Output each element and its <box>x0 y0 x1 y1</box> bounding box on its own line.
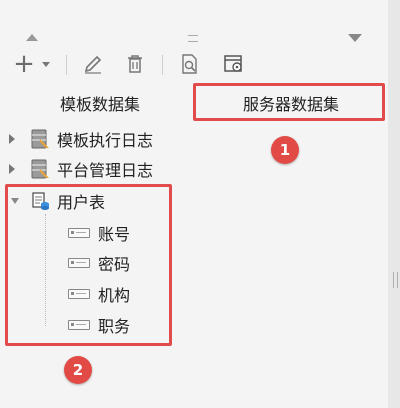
toolbar-divider <box>162 55 163 75</box>
tree-node-platform-log[interactable]: 平台管理日志 <box>9 156 153 182</box>
delete-button[interactable] <box>122 52 148 76</box>
plus-icon: + <box>13 49 35 79</box>
collapse-up-icon[interactable] <box>26 34 38 41</box>
preview-button[interactable] <box>176 52 202 76</box>
dataset-settings-button[interactable] <box>220 52 248 76</box>
pencil-icon <box>84 55 102 74</box>
expand-arrow-icon[interactable] <box>9 164 15 174</box>
drag-grip-icon[interactable] <box>188 35 198 42</box>
right-splitter[interactable] <box>388 0 400 408</box>
preview-icon <box>182 54 197 74</box>
collapse-down-icon[interactable] <box>348 34 362 42</box>
step-badge: 1 <box>271 136 299 164</box>
step-badge: 2 <box>64 356 92 384</box>
tree-node-label: 平台管理日志 <box>57 161 154 180</box>
edit-button[interactable] <box>80 52 106 76</box>
add-dropdown-button[interactable] <box>40 52 52 76</box>
database-icon <box>31 129 49 149</box>
highlight-box <box>193 83 385 121</box>
tree-node-template-log[interactable]: 模板执行日志 <box>9 126 153 152</box>
database-icon <box>31 159 49 179</box>
dataset-settings-icon <box>224 55 242 72</box>
tree-node-label: 模板执行日志 <box>57 131 154 150</box>
splitter-grip-icon <box>393 272 398 288</box>
expand-arrow-icon[interactable] <box>9 134 15 144</box>
tab-template-dataset[interactable]: 模板数据集 <box>20 86 180 120</box>
add-button[interactable]: + <box>10 49 38 79</box>
top-panel-area <box>0 0 388 30</box>
highlight-box <box>5 184 172 346</box>
chevron-down-icon <box>42 61 50 67</box>
trash-icon <box>128 55 142 73</box>
toolbar-divider <box>66 55 67 75</box>
